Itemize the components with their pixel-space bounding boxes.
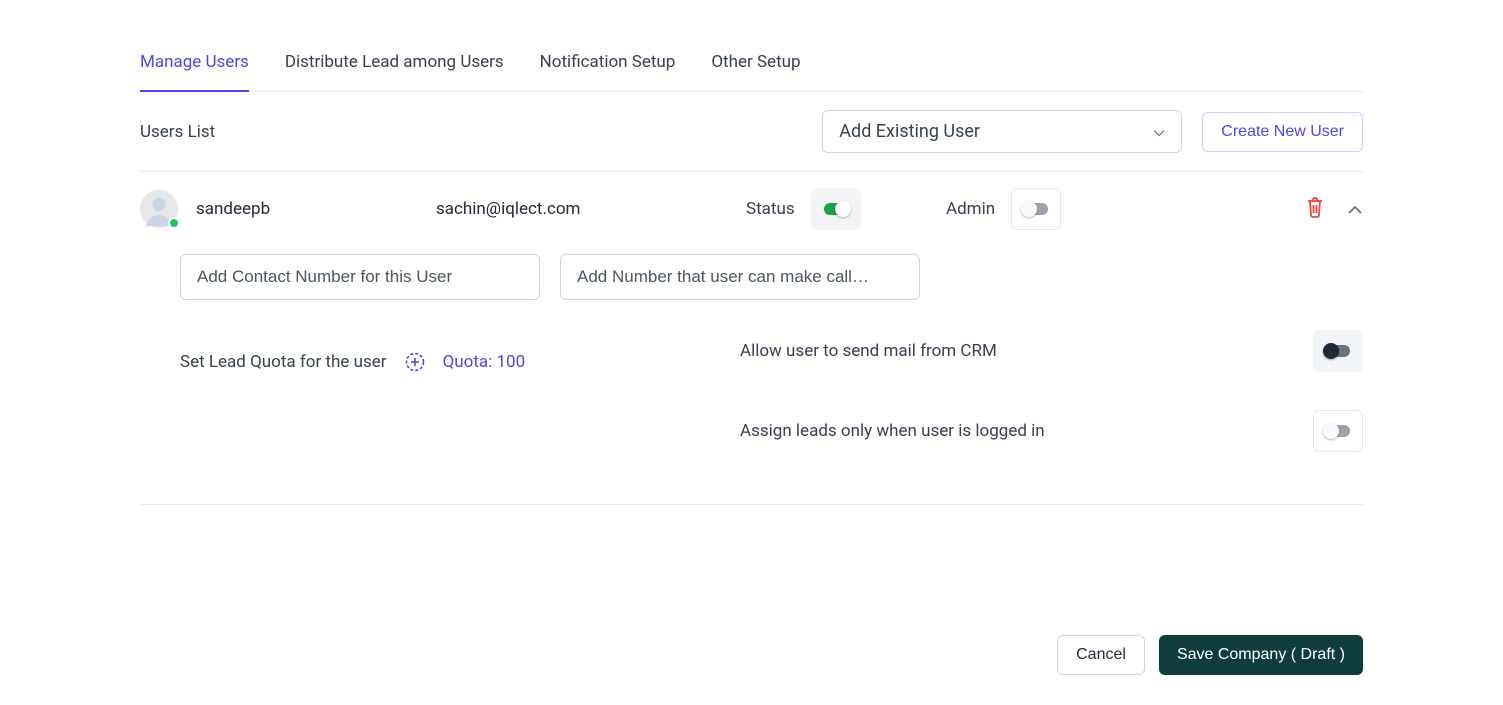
tab-other-setup[interactable]: Other Setup xyxy=(711,40,800,92)
users-list-title: Users List xyxy=(140,122,822,142)
cancel-button[interactable]: Cancel xyxy=(1057,635,1145,675)
avatar xyxy=(140,190,178,228)
status-label: Status xyxy=(746,199,795,219)
switch-off-icon xyxy=(1024,203,1048,215)
setting-allow-mail-toggle[interactable] xyxy=(1313,330,1363,372)
setting-allow-mail-label: Allow user to send mail from CRM xyxy=(740,341,997,361)
page-container: Manage Users Distribute Lead among Users… xyxy=(0,0,1503,545)
tab-bar: Manage Users Distribute Lead among Users… xyxy=(140,40,1363,92)
delete-icon[interactable] xyxy=(1305,196,1325,222)
tab-notification-setup[interactable]: Notification Setup xyxy=(540,40,676,92)
users-list-header: Users List Add Existing User Create New … xyxy=(140,92,1363,172)
phone-inputs-row xyxy=(180,254,1363,300)
setting-assign-leads-toggle[interactable] xyxy=(1313,410,1363,452)
status-cell: Status xyxy=(746,188,946,230)
contact-number-input[interactable] xyxy=(180,254,540,300)
toggle-settings-column: Allow user to send mail from CRM Assign … xyxy=(740,324,1363,484)
tab-manage-users[interactable]: Manage Users xyxy=(140,40,249,92)
page-footer: Cancel Save Company ( Draft ) xyxy=(0,545,1503,705)
admin-toggle[interactable] xyxy=(1011,188,1061,230)
settings-grid: Set Lead Quota for the user Quota: 100 A… xyxy=(180,324,1363,484)
quota-label: Set Lead Quota for the user xyxy=(180,352,387,372)
switch-off-icon xyxy=(1326,425,1350,437)
setting-allow-mail: Allow user to send mail from CRM xyxy=(740,324,1363,378)
admin-label: Admin xyxy=(946,199,995,219)
call-number-input[interactable] xyxy=(560,254,920,300)
quota-column: Set Lead Quota for the user Quota: 100 xyxy=(180,324,740,372)
add-quota-icon[interactable] xyxy=(405,352,425,372)
user-name: sandeepb xyxy=(196,199,436,219)
admin-cell: Admin xyxy=(946,188,1146,230)
status-toggle[interactable] xyxy=(811,188,861,230)
tab-distribute-lead[interactable]: Distribute Lead among Users xyxy=(285,40,504,92)
user-email: sachin@iqlect.com xyxy=(436,199,746,219)
save-company-button[interactable]: Save Company ( Draft ) xyxy=(1159,635,1363,675)
collapse-icon[interactable] xyxy=(1347,200,1363,219)
quota-value: Quota: 100 xyxy=(443,352,526,372)
setting-assign-leads: Assign leads only when user is logged in xyxy=(740,404,1363,458)
user-row-expanded: sandeepb sachin@iqlect.com Status Admin xyxy=(140,172,1363,505)
setting-assign-leads-label: Assign leads only when user is logged in xyxy=(740,421,1045,441)
create-new-user-button[interactable]: Create New User xyxy=(1202,112,1363,152)
switch-off-icon xyxy=(1326,345,1350,357)
presence-indicator xyxy=(168,217,180,229)
add-existing-user-selected: Add Existing User xyxy=(839,121,980,142)
add-existing-user-select[interactable]: Add Existing User xyxy=(822,110,1182,153)
user-details: Set Lead Quota for the user Quota: 100 A… xyxy=(140,246,1363,484)
switch-on-icon xyxy=(824,203,848,215)
dropdown-caret-icon xyxy=(1153,121,1165,142)
user-row: sandeepb sachin@iqlect.com Status Admin xyxy=(140,172,1363,246)
row-actions xyxy=(1305,196,1363,222)
